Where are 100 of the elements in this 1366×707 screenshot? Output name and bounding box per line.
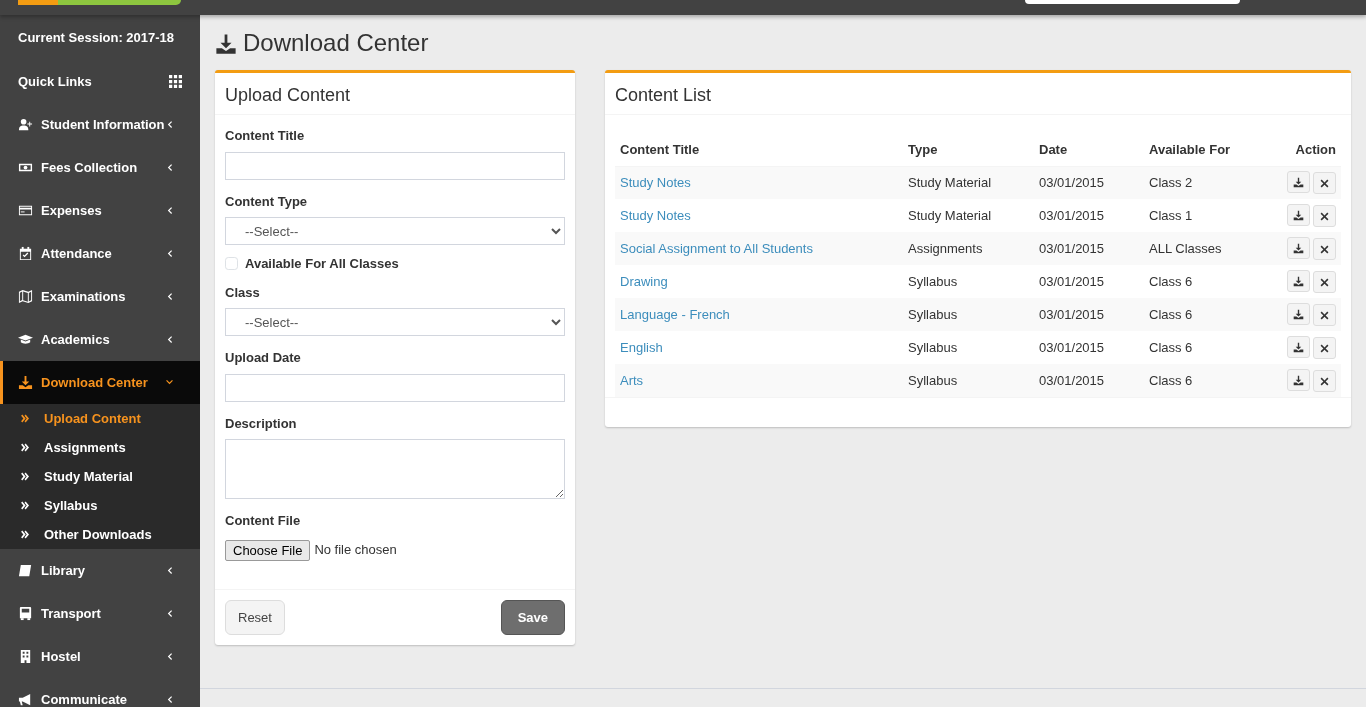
graduation-cap-icon [18, 332, 33, 347]
download-icon [18, 375, 33, 390]
submenu-item[interactable]: Other Downloads [0, 520, 200, 549]
delete-button[interactable] [1313, 370, 1336, 392]
field-label: Content Title [225, 127, 306, 145]
chevron-left-icon [165, 652, 174, 661]
table-cell: 03/01/2015 [1034, 166, 1144, 199]
sidebar-item[interactable]: Transport [0, 592, 200, 635]
table-cell: 03/01/2015 [1034, 265, 1144, 298]
table-cell: Syllabus [903, 331, 1034, 364]
table-cell: Syllabus [903, 298, 1034, 331]
download-button[interactable] [1287, 303, 1310, 325]
map-icon [18, 289, 33, 304]
column-header: Date [1034, 134, 1144, 166]
panel-title: Upload Content [225, 85, 351, 105]
delete-button[interactable] [1313, 337, 1336, 359]
double-chevron-icon [20, 530, 29, 539]
table-cell: Assignments [903, 232, 1034, 265]
sidebar-item[interactable]: Hostel [0, 635, 200, 678]
checkbox[interactable] [225, 257, 238, 271]
download-icon [1293, 176, 1304, 188]
bus-icon [18, 606, 33, 621]
delete-button[interactable] [1313, 271, 1336, 293]
content-link[interactable]: Study Notes [620, 175, 691, 190]
table-cell: Class 6 [1144, 331, 1266, 364]
table-cell: 03/01/2015 [1034, 331, 1144, 364]
chevron-left-icon [165, 249, 174, 258]
download-button[interactable] [1287, 204, 1310, 226]
content-link[interactable]: English [620, 339, 663, 355]
sidebar-item[interactable]: Expenses [0, 189, 200, 232]
chevron-left-icon [165, 163, 174, 172]
download-button[interactable] [1287, 369, 1310, 391]
submenu-item[interactable]: Syllabus [0, 491, 200, 520]
sidebar-item[interactable]: Library [0, 549, 200, 592]
download-icon [1293, 209, 1304, 221]
user-plus-icon [18, 117, 33, 132]
input-field[interactable] [225, 151, 565, 180]
chevron-left-icon [165, 292, 174, 301]
grid-icon [169, 75, 182, 88]
reset-button[interactable]: Reset [225, 599, 285, 635]
save-button[interactable]: Save [500, 599, 565, 635]
table-cell: Study Material [903, 166, 1034, 199]
table-cell: Class 2 [1144, 166, 1266, 199]
chevron-left-icon [165, 566, 174, 575]
download-icon [1293, 242, 1304, 254]
file-status: No file chosen [314, 541, 397, 560]
close-icon [1320, 310, 1329, 320]
search-field[interactable] [1025, 0, 1240, 4]
calendar-check-icon [18, 246, 33, 261]
table-cell: Class 6 [1144, 298, 1266, 331]
download-button[interactable] [1287, 336, 1310, 358]
sidebar-item[interactable]: Examinations [0, 275, 200, 318]
sidebar-item[interactable]: Student Information [0, 103, 200, 146]
select-field[interactable]: --Select-- [225, 308, 565, 336]
sidebar-item[interactable]: Fees Collection [0, 146, 200, 189]
column-header: Content Title [615, 134, 903, 166]
table-cell: 03/01/2015 [1034, 232, 1144, 265]
select-field[interactable]: --Select-- [225, 217, 565, 245]
textarea-field[interactable] [225, 439, 565, 499]
download-button[interactable] [1287, 270, 1310, 292]
chevron-left-icon [165, 120, 174, 129]
content-link[interactable]: Study Notes [620, 207, 691, 223]
column-header: Action [1266, 134, 1341, 166]
double-chevron-icon [20, 501, 29, 510]
content-link[interactable]: Language - French [620, 306, 730, 322]
field-label: Description [225, 414, 298, 433]
page-title: Download Center [243, 29, 429, 58]
close-icon [1320, 277, 1329, 287]
delete-button[interactable] [1313, 205, 1336, 227]
table-cell: 03/01/2015 [1034, 199, 1144, 232]
submenu-item[interactable]: Assignments [0, 433, 200, 462]
close-icon [1320, 244, 1329, 254]
input-field[interactable] [225, 373, 565, 402]
choose-file-button[interactable]: Choose File [225, 539, 311, 561]
field-label: Content File [225, 512, 302, 530]
close-icon [1320, 376, 1329, 386]
panel-title: Content List [615, 85, 712, 105]
column-header: Available For [1144, 134, 1266, 166]
sidebar-item[interactable]: Attendance [0, 232, 200, 275]
chevron-left-icon [165, 335, 174, 344]
table-cell: ALL Classes [1144, 232, 1266, 265]
download-button[interactable] [1287, 237, 1310, 259]
content-link[interactable]: Arts [620, 372, 644, 388]
table-cell: Syllabus [903, 364, 1034, 397]
sidebar-item[interactable]: Download Center [0, 361, 200, 404]
sidebar-item[interactable]: Communicate [0, 678, 200, 707]
field-label: Class [225, 283, 261, 302]
download-button[interactable] [1287, 171, 1310, 194]
close-icon [1320, 343, 1329, 353]
submenu-item[interactable]: Study Material [0, 462, 200, 491]
download-icon [1293, 341, 1304, 353]
delete-button[interactable] [1313, 172, 1336, 195]
table-cell: Class 6 [1144, 265, 1266, 298]
delete-button[interactable] [1313, 238, 1336, 260]
quick-links-link[interactable]: Quick Links [18, 71, 92, 92]
double-chevron-icon [20, 443, 29, 452]
submenu-item[interactable]: Upload Content [0, 404, 200, 433]
content-link[interactable]: Drawing [620, 273, 668, 289]
sidebar-item[interactable]: Academics [0, 318, 200, 361]
delete-button[interactable] [1313, 304, 1336, 326]
